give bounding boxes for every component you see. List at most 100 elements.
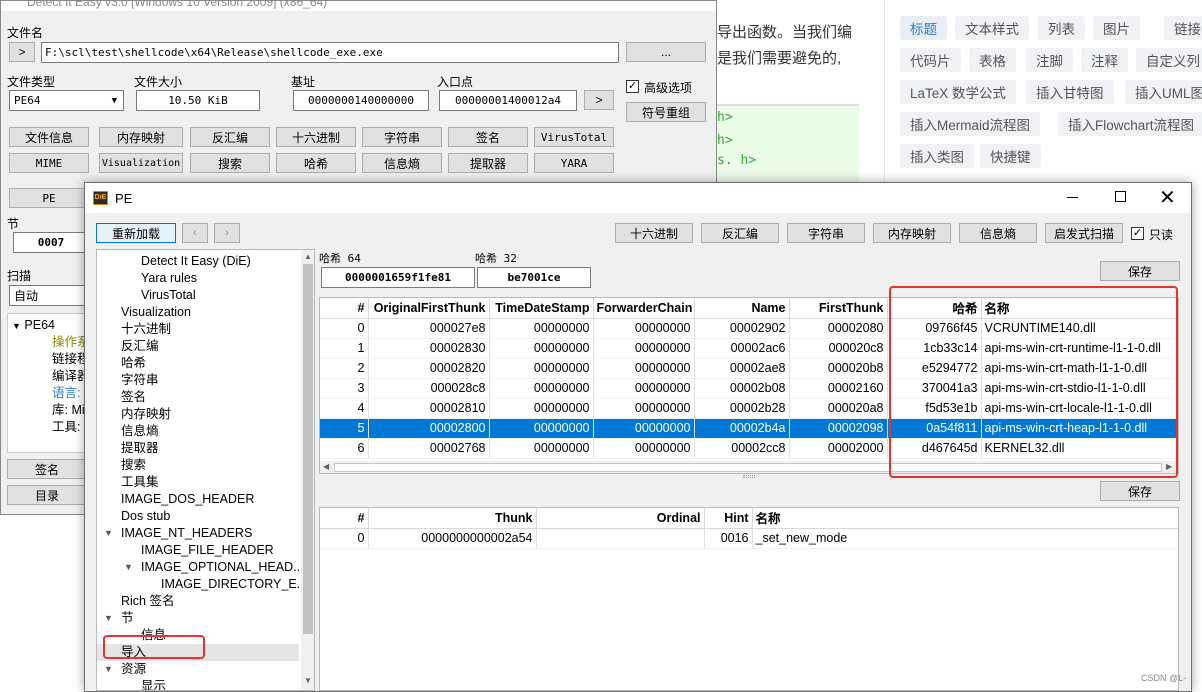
signature-bottom-button[interactable]: 签名 [7, 459, 87, 479]
hex-button[interactable]: 十六进制 [276, 127, 356, 147]
tag-code[interactable]: 代码片 [900, 48, 961, 72]
directory-button[interactable]: 目录 [7, 485, 87, 505]
table-row[interactable]: 1 00002830 00000000 00000000 00002ac6 000020c… [320, 338, 1178, 359]
file-size-field[interactable]: 10.50 KiB [136, 90, 260, 111]
strings-button[interactable]: 字符串 [362, 127, 442, 147]
more-button[interactable]: ... [626, 42, 706, 62]
tree-node[interactable]: Yara rules [97, 270, 299, 287]
hash-button[interactable]: 哈希 [276, 153, 356, 173]
file-info-button[interactable]: 文件信息 [9, 127, 89, 147]
chevron-down-icon[interactable]: ▼ [104, 661, 113, 678]
splitter-handle[interactable] [743, 475, 755, 478]
tree-node[interactable]: Visualization [97, 304, 299, 321]
tree-root[interactable]: ▼ PE64 [12, 317, 55, 334]
column-header[interactable]: FirstThunk [789, 298, 888, 319]
column-header[interactable]: Ordinal [536, 508, 705, 529]
scroll-right-icon[interactable]: ▶ [1166, 462, 1172, 471]
tree-node[interactable]: 字符串 [97, 372, 299, 389]
column-header[interactable]: Name [694, 298, 790, 319]
column-header[interactable]: Thunk [368, 508, 537, 529]
column-header[interactable]: Hint [704, 508, 753, 529]
tree-node[interactable]: ▼ IMAGE_NT_HEADERS [97, 525, 299, 542]
tree-node[interactable]: 哈希 [97, 355, 299, 372]
tree-scrollbar[interactable]: ▲ ▼ [301, 250, 314, 690]
tree-node[interactable]: 反汇编 [97, 338, 299, 355]
visualization-button[interactable]: Visualization [99, 153, 183, 173]
tree-node[interactable]: 信息熵 [97, 423, 299, 440]
forward-nav-button[interactable]: › [214, 223, 240, 243]
table-row[interactable]: 0 000027e8 00000000 00000000 00002902 0000208… [320, 318, 1178, 339]
extractor-button[interactable]: 提取器 [448, 153, 528, 173]
save-button-bottom[interactable]: 保存 [1100, 481, 1180, 501]
tree-node[interactable]: 内存映射 [97, 406, 299, 423]
scroll-left-icon[interactable]: ◀ [323, 462, 329, 471]
back-nav-button[interactable]: ‹ [182, 223, 208, 243]
file-path-field[interactable]: F:\scl\test\shellcode\x64\Release\shellc… [41, 42, 619, 63]
chevron-down-icon[interactable]: ▼ [124, 559, 133, 576]
hash64-field[interactable]: 0000001659f1fe81 [321, 267, 475, 288]
tree-node[interactable]: IMAGE_DOS_HEADER [97, 491, 299, 508]
file-type-select[interactable]: PE64 ▼ [9, 90, 124, 111]
tree-node[interactable]: 显示 [97, 678, 299, 690]
tree-node[interactable]: 提取器 [97, 440, 299, 457]
table-row[interactable]: 5 00002800 00000000 00000000 00002b4a 0000209… [320, 418, 1178, 439]
column-header[interactable]: ForwarderChain [593, 298, 695, 319]
pe-button[interactable]: PE [9, 188, 89, 208]
minimize-icon[interactable] [1067, 197, 1078, 198]
tree-node[interactable]: 工具集 [97, 474, 299, 491]
strings-tool-button[interactable]: 字符串 [787, 223, 865, 243]
signature-button[interactable]: 签名 [448, 127, 528, 147]
table-row[interactable]: 3 000028c8 00000000 00000000 00002b08 0000216… [320, 378, 1178, 399]
column-header[interactable]: OriginalFirstThunk [368, 298, 490, 319]
advanced-checkbox[interactable]: ✓ [626, 80, 639, 93]
table-row[interactable]: 2 00002820 00000000 00000000 00002ae8 000020b… [320, 358, 1178, 379]
tree-node[interactable]: ▼ 资源 [97, 661, 299, 678]
tag-gantt[interactable]: 插入甘特图 [1026, 80, 1114, 104]
maximize-icon[interactable] [1115, 191, 1126, 202]
tag-class-diagram[interactable]: 插入类图 [900, 144, 974, 168]
tag-uml[interactable]: 插入UML图 [1125, 80, 1202, 104]
tree-node[interactable]: IMAGE_DIRECTORY_E... [97, 576, 307, 593]
tree-node[interactable]: Dos stub [97, 508, 299, 525]
tag-image[interactable]: 图片 [1093, 16, 1140, 40]
tag-link[interactable]: 链接 [1164, 16, 1202, 40]
tree-node[interactable]: ▼ 节 [97, 610, 299, 627]
entropy-tool-button[interactable]: 信息熵 [959, 223, 1037, 243]
tree-node[interactable]: 搜索 [97, 457, 299, 474]
symbol-reload-button[interactable]: 符号重组 [626, 102, 706, 122]
disasm-button[interactable]: 反汇编 [190, 127, 270, 147]
tag-mermaid[interactable]: 插入Mermaid流程图 [900, 112, 1041, 136]
tag-table[interactable]: 表格 [969, 48, 1016, 72]
chevron-down-icon[interactable]: ▼ [104, 610, 113, 627]
column-header[interactable]: # [320, 508, 369, 529]
tree-node[interactable]: 信息 [97, 627, 299, 644]
tag-footnote[interactable]: 注脚 [1026, 48, 1073, 72]
table-row[interactable]: 0 0000000000002a54 0016 _set_new_mode [320, 528, 1178, 549]
column-header[interactable]: 名称 [752, 508, 1178, 529]
disasm-tool-button[interactable]: 反汇编 [701, 223, 779, 243]
entropy-button[interactable]: 信息熵 [362, 153, 442, 173]
reload-button[interactable]: 重新加载 [96, 223, 176, 243]
tag-flowchart[interactable]: 插入Flowchart流程图 [1058, 112, 1202, 136]
scroll-down-icon[interactable]: ▼ [304, 676, 312, 685]
tag-list[interactable]: 列表 [1038, 16, 1085, 40]
column-header[interactable]: 哈希 [887, 298, 982, 319]
imports-hscrollbar[interactable]: ◀ ▶ [320, 461, 1178, 473]
save-button-top[interactable]: 保存 [1100, 261, 1180, 281]
scroll-thumb[interactable] [303, 264, 313, 634]
entry-field[interactable]: 00000001400012a4 [439, 90, 577, 111]
scan-select[interactable]: 自动 [9, 285, 89, 306]
hex-tool-button[interactable]: 十六进制 [615, 223, 693, 243]
tag-text-style[interactable]: 文本样式 [955, 16, 1029, 40]
memory-map-button[interactable]: 内存映射 [99, 127, 183, 147]
tag-comment[interactable]: 注释 [1081, 48, 1128, 72]
tag-shortcuts[interactable]: 快捷键 [980, 144, 1041, 168]
tree-node[interactable]: 十六进制 [97, 321, 299, 338]
section-field[interactable]: 0007 [13, 232, 89, 253]
memmap-tool-button[interactable]: 内存映射 [873, 223, 951, 243]
scroll-thumb[interactable] [334, 463, 1162, 472]
chevron-down-icon[interactable]: ▼ [104, 525, 113, 542]
tag-heading[interactable]: 标题 [900, 16, 947, 40]
virustotal-button[interactable]: VirusTotal [534, 127, 614, 147]
column-header[interactable]: # [320, 298, 369, 319]
